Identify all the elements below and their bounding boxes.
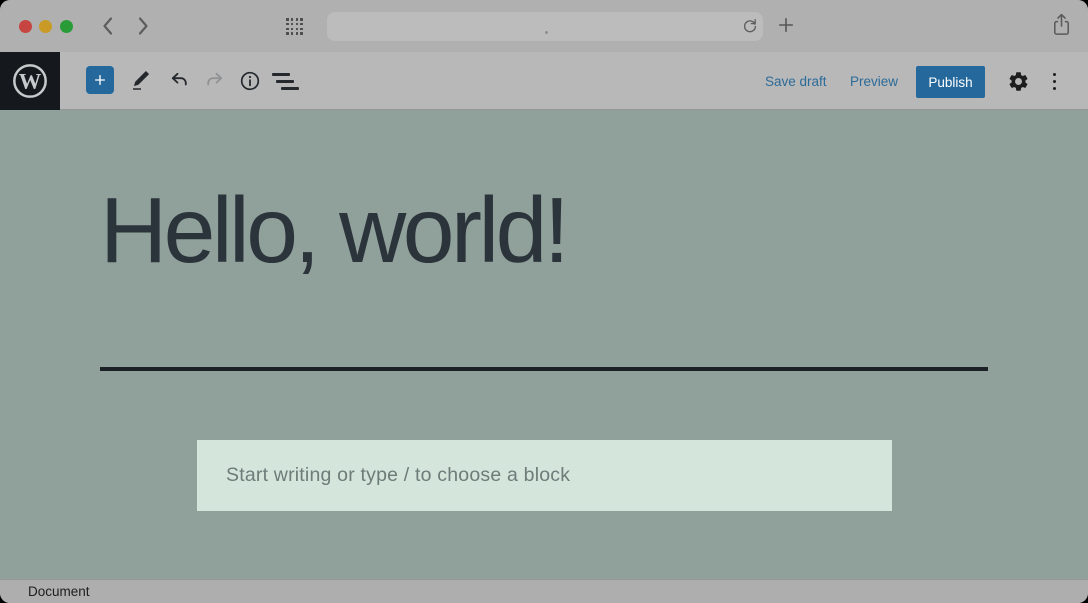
list-view-icon [272,73,300,90]
publish-button[interactable]: Publish [916,66,985,98]
new-tab-button[interactable] [775,15,797,37]
post-title-input[interactable]: Hello, world! [100,184,566,277]
zoom-window-button[interactable] [60,20,73,33]
save-draft-button[interactable]: Save draft [765,74,827,89]
redo-arrow-icon [202,69,228,93]
tab-grid-icon [286,18,289,21]
forward-button[interactable] [131,14,155,38]
redo-button [197,63,233,99]
browser-window: W [0,0,1088,603]
empty-paragraph-block[interactable]: Start writing or type / to choose a bloc… [197,440,892,511]
separator-block[interactable] [100,367,988,371]
editor-header: W [0,52,1088,110]
close-window-button[interactable] [19,20,32,33]
list-view-button[interactable] [268,63,304,99]
address-bar-placeholder-dot [545,31,548,34]
browser-toolbar [0,0,1088,52]
settings-button[interactable] [1000,63,1036,99]
undo-arrow-icon [166,69,192,93]
breadcrumb-document[interactable]: Document [28,584,90,599]
details-button[interactable] [232,63,268,99]
back-chevron-icon [99,15,117,37]
editor-footer: Document [0,579,1088,603]
address-bar-input[interactable] [327,12,763,41]
tab-overview-button[interactable] [286,18,303,35]
forward-chevron-icon [134,15,152,37]
tools-button[interactable] [123,63,159,99]
options-button[interactable] [1036,63,1072,99]
settings-gear-icon [1007,70,1030,93]
info-icon [238,69,262,93]
new-tab-plus-icon [776,15,796,35]
block-inserter-plus-icon [92,70,108,90]
block-placeholder-text: Start writing or type / to choose a bloc… [226,464,570,487]
minimize-window-button[interactable] [39,20,52,33]
editor-canvas: Hello, world! Start writing or type / to… [0,110,1088,579]
undo-button[interactable] [161,63,197,99]
tools-pencil-icon [129,69,153,93]
preview-button[interactable]: Preview [850,74,898,89]
svg-text:W: W [19,69,42,94]
block-inserter-button[interactable] [86,66,114,94]
wordpress-logo-button[interactable]: W [0,52,60,110]
options-ellipsis-icon [1053,73,1056,90]
reload-button[interactable] [740,17,760,37]
back-button[interactable] [96,14,120,38]
wordpress-logo-icon: W [10,61,50,101]
share-button[interactable] [1049,12,1073,38]
share-icon [1050,12,1073,37]
reload-icon [741,17,759,35]
